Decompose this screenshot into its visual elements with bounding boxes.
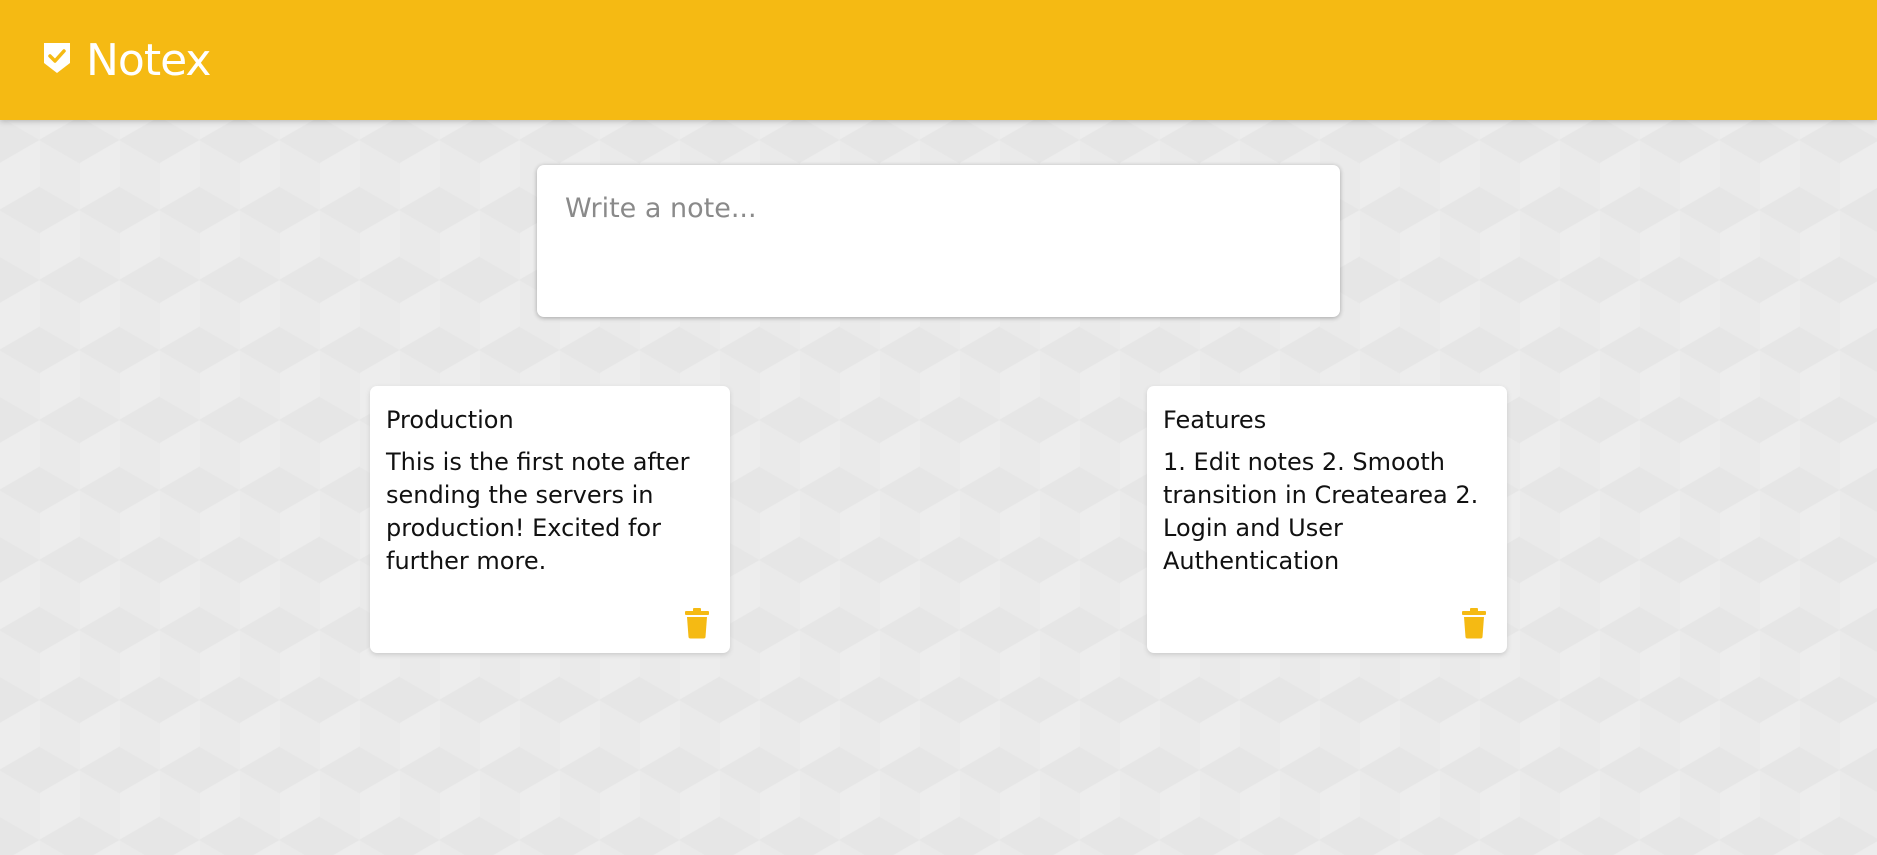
note-title: Features xyxy=(1163,406,1267,434)
check-shield-icon xyxy=(42,41,72,75)
note-card: Features 1. Edit notes 2. Smooth transit… xyxy=(1147,386,1507,653)
trash-icon xyxy=(685,608,709,639)
app-title: Notex xyxy=(86,34,211,86)
create-note-form xyxy=(537,165,1340,317)
note-title: Production xyxy=(386,406,514,434)
note-content: 1. Edit notes 2. Smooth transition in Cr… xyxy=(1163,448,1486,575)
note-content: This is the first note after sending the… xyxy=(386,448,698,575)
note-card: Production This is the first note after … xyxy=(370,386,730,653)
app-header: Notex xyxy=(0,0,1877,120)
note-input[interactable] xyxy=(565,193,1312,289)
delete-note-button[interactable] xyxy=(684,607,710,639)
trash-icon xyxy=(1462,608,1486,639)
delete-note-button[interactable] xyxy=(1461,607,1487,639)
